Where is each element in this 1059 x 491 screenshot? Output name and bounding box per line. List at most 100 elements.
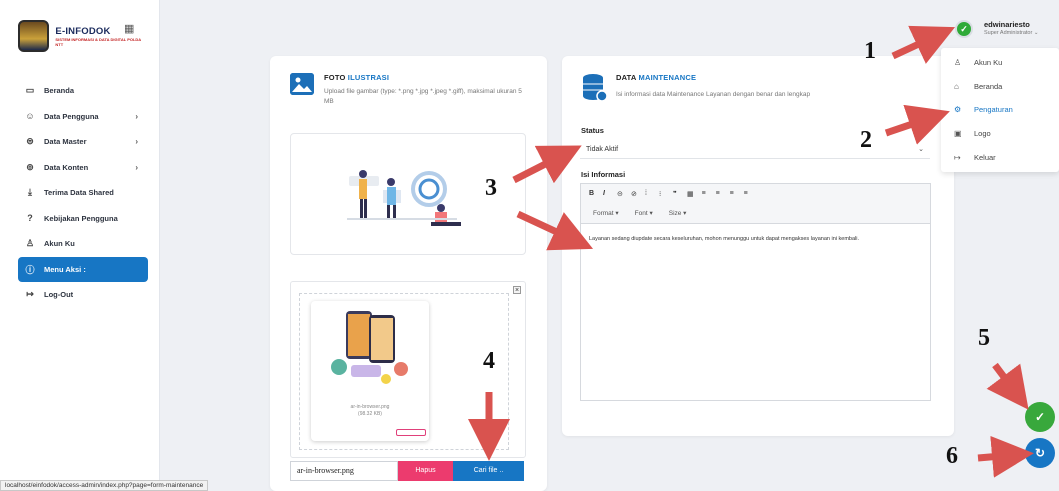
dropdown-item-label: Logo	[974, 129, 991, 138]
dropdown-item-beranda[interactable]: ⌂ Beranda	[954, 82, 1002, 91]
logo-subtitle: SISTEM INFORMASI & DATA DIGITAL POLDA NT…	[55, 36, 142, 47]
hapus-button[interactable]: Hapus	[398, 461, 453, 481]
sidebar-item-data-konten[interactable]: ⊚ Data Konten ›	[18, 155, 148, 181]
sidebar-item-label: Beranda	[44, 86, 75, 96]
toolbar-button[interactable]: ≡	[744, 190, 750, 198]
toolbar-button[interactable]: B	[589, 190, 595, 198]
annotation-1: 1	[864, 38, 876, 64]
user-icon: ♙	[954, 58, 962, 67]
rich-text-editor[interactable]: B I ⊝ ⊘ ⁞ ⁝ ❞ ▦ ≡ ≡ ≡ ≡ Format ▾ Font ▾ Size ▾ Layana…	[580, 183, 931, 401]
monitor-icon: ▭	[25, 85, 35, 96]
toolbar-dropdown[interactable]: Format ▾	[593, 209, 619, 217]
status-select[interactable]: Tidak Aktif ⌄	[580, 141, 930, 159]
help-icon: ?	[27, 213, 33, 224]
sidebar-item-kebijakan-pengguna[interactable]: ? Kebijakan Pengguna	[18, 206, 148, 232]
cari-file-button[interactable]: Cari file ..	[453, 461, 524, 481]
database-settings-icon	[582, 73, 608, 103]
dropdown-item-pengaturan[interactable]: ⚙ Pengaturan	[954, 105, 1013, 114]
toolbar-dropdowns: Format ▾ Font ▾ Size ▾	[593, 209, 686, 217]
toolbar-dropdown[interactable]: Font ▾	[635, 209, 653, 217]
arrow-5	[986, 362, 1029, 410]
file-drop-zone[interactable]: ar-in-browser.png (98.32 KB)	[299, 293, 509, 450]
editor-content[interactable]: Layanan sedang diupdate secara keseluruh…	[581, 224, 930, 255]
sidebar-item-label: Kebijakan Pengguna	[44, 213, 118, 223]
preview-file-size: (98.32 KB)	[358, 411, 382, 417]
sidebar-item-akun-ku[interactable]: ♙ Akun Ku	[18, 231, 148, 257]
sidebar-item-label: Data Pengguna	[44, 111, 99, 121]
upload-progress-bar	[396, 429, 426, 436]
grid-menu-icon[interactable]: ▦	[124, 22, 134, 35]
isi-informasi-label: Isi Informasi	[581, 170, 626, 179]
sidebar-item-terima-data-shared[interactable]: ⤓ Terima Data Shared	[18, 180, 148, 206]
foto-header: FOTO ILUSTRASI Upload file gambar (type:…	[290, 73, 530, 107]
maintenance-header: DATA MAINTENANCE Isi informasi data Main…	[582, 73, 922, 103]
layers-icon: ⊚	[26, 161, 34, 172]
dropdown-item-keluar[interactable]: ↦ Keluar	[954, 153, 996, 162]
toolbar-button[interactable]: ⁞	[645, 190, 651, 198]
sidebar-menu: ▭ Beranda ☺ Data Pengguna › ⊜ Data Master › ⊚ Dat…	[18, 78, 148, 308]
image-icon	[290, 73, 314, 95]
foto-description: Upload file gambar (type: *.png *.jpg *.…	[324, 88, 522, 105]
sidebar-item-data-pengguna[interactable]: ☺ Data Pengguna ›	[18, 104, 148, 130]
annotation-5: 5	[978, 325, 990, 351]
annotation-4: 4	[483, 348, 495, 374]
database-icon: ⊜	[26, 136, 34, 147]
sidebar-item-data-master[interactable]: ⊜ Data Master ›	[18, 129, 148, 155]
annotation-6: 6	[946, 443, 958, 469]
annotation-2: 2	[860, 127, 872, 153]
home-icon: ⌂	[954, 82, 959, 91]
save-fab-button[interactable]: ✓	[1025, 402, 1055, 432]
sidebar-item-beranda[interactable]: ▭ Beranda	[18, 78, 148, 104]
preview-file-name: ar-in-browser.png	[350, 404, 390, 410]
logout-icon: ↦	[954, 153, 961, 162]
toolbar-dropdown[interactable]: Size ▾	[669, 209, 687, 217]
chevron-right-icon: ›	[135, 111, 138, 121]
dropdown-item-label: Keluar	[974, 153, 996, 162]
sidebar-item-label: Akun Ku	[44, 239, 75, 249]
editor-toolbar: B I ⊝ ⊘ ⁞ ⁝ ❞ ▦ ≡ ≡ ≡ ≡ Format ▾ Font ▾ Size ▾	[581, 184, 930, 224]
dropdown-item-akun-ku[interactable]: ♙ Akun Ku	[954, 58, 1002, 67]
status-label: Status	[581, 126, 604, 135]
user-role: Super Administrator ⌄	[984, 30, 1039, 36]
chevron-right-icon: ›	[135, 137, 138, 147]
user-menu-toggle[interactable]: ✓ edwinariesto Super Administrator ⌄	[955, 19, 1055, 49]
info-icon: ⓘ	[25, 264, 35, 275]
maintenance-description: Isi informasi data Maintenance Layanan d…	[616, 91, 811, 98]
sidebar-item-label: Menu Aksi :	[44, 264, 86, 274]
foto-title: FOTO ILUSTRASI	[324, 73, 390, 82]
logout-icon: ↦	[26, 289, 34, 300]
file-preview-thumbnail: ar-in-browser.png (98.32 KB)	[311, 301, 429, 441]
dropdown-item-logo[interactable]: ▣ Logo	[954, 129, 991, 138]
sidebar-item-label: Data Konten	[44, 162, 89, 172]
phones-image	[331, 311, 408, 384]
maintenance-title: DATA MAINTENANCE	[616, 73, 697, 82]
dropdown-item-label: Akun Ku	[974, 58, 1003, 67]
police-badge-logo	[18, 20, 50, 52]
toolbar-button[interactable]: ⁝	[659, 190, 665, 198]
browser-status-bar: localhost/einfodok/access-admin/index.ph…	[0, 480, 209, 491]
dropdown-item-label: Pengaturan	[974, 105, 1013, 114]
status-selected-value: Tidak Aktif	[586, 146, 619, 153]
image-icon: ▣	[954, 129, 962, 138]
toolbar-button[interactable]: ≡	[702, 190, 708, 198]
toolbar-buttons: B I ⊝ ⊘ ⁞ ⁝ ❞ ▦ ≡ ≡ ≡ ≡	[589, 190, 750, 198]
sidebar: E-INFODOK SISTEM INFORMASI & DATA DIGITA…	[0, 0, 160, 491]
close-preview-button[interactable]: ×	[513, 286, 521, 294]
toolbar-button[interactable]: ⊘	[631, 190, 637, 198]
sidebar-item-label: Data Master	[44, 137, 87, 147]
arrow-6	[977, 435, 1034, 478]
user-avatar-check-icon[interactable]: ✓	[955, 20, 973, 38]
toolbar-button[interactable]: ❞	[673, 190, 679, 198]
reset-fab-button[interactable]: ↻	[1025, 438, 1055, 468]
gear-icon: ⚙	[954, 105, 962, 114]
toolbar-button[interactable]: ⊝	[617, 190, 623, 198]
sidebar-item-log-out[interactable]: ↦ Log-Out	[18, 282, 148, 308]
toolbar-button[interactable]: ▦	[687, 190, 694, 198]
toolbar-button[interactable]: ≡	[716, 190, 722, 198]
sidebar-item-menu-aksi[interactable]: ⓘ Menu Aksi :	[18, 256, 148, 282]
users-icon: ☺	[25, 111, 35, 122]
toolbar-button[interactable]: I	[603, 190, 609, 198]
toolbar-button[interactable]: ≡	[730, 190, 736, 198]
file-name-input[interactable]: ar-in-browser.png	[290, 461, 398, 481]
annotation-3: 3	[485, 175, 497, 201]
